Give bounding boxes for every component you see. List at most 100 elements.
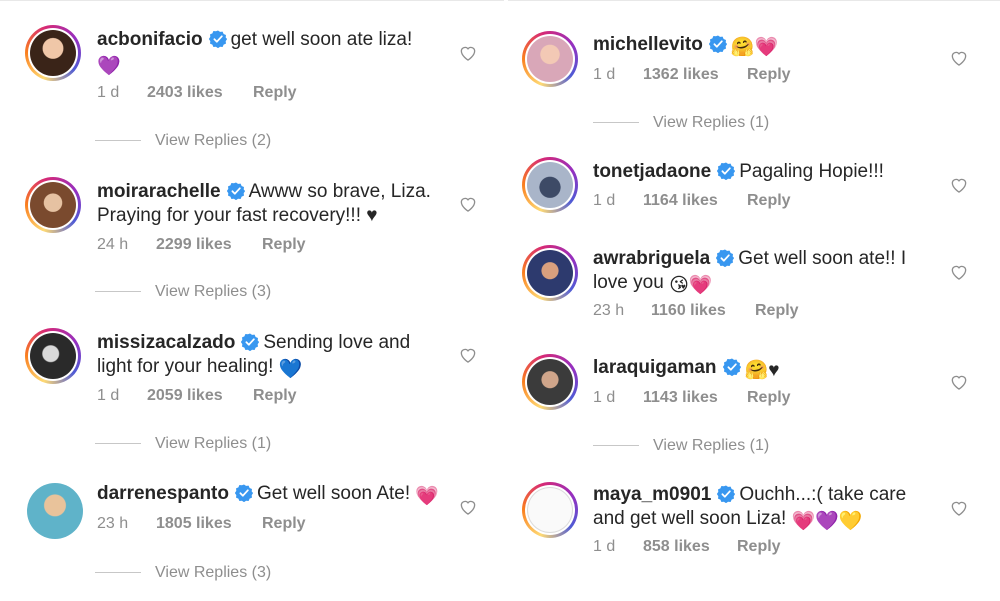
avatar[interactable] [25,25,81,81]
username[interactable]: moirarachelle [97,181,221,202]
verified-badge-icon [209,30,227,48]
likes-count[interactable]: 1805 likes [156,515,262,533]
reply-button[interactable]: Reply [262,236,306,253]
view-replies-button[interactable]: View Replies (2) [95,132,271,150]
view-replies-button[interactable]: View Replies (3) [95,564,271,582]
likes-count[interactable]: 2059 likes [147,387,253,405]
comment-body: Ouchh...:( take care [739,484,907,505]
timestamp: 23 h [97,515,129,532]
likes-count[interactable]: 1362 likes [643,66,747,84]
username[interactable]: awrabriguela [593,248,710,269]
view-replies-button[interactable]: View Replies (1) [95,435,271,453]
verified-badge-icon [723,358,741,376]
reply-button[interactable]: Reply [253,84,297,101]
like-heart-icon[interactable] [458,194,478,214]
comment-body: Get well soon Ate! [256,483,411,504]
verified-badge-icon [717,162,735,180]
comment-text: acbonifacio get well soon ate liza! 💜 [97,28,427,79]
blue-heart-emoji: 💙 [278,359,303,380]
comment-text: moirarachelle Awww so brave, Liza. Prayin… [97,180,457,228]
view-replies-label: View Replies (1) [653,114,770,131]
comment-meta: 23 h 1805 likes Reply [97,515,306,533]
replies-divider-line [593,445,639,447]
comment-meta: 1 d 2403 likes Reply [97,84,297,102]
comment-body: Sending love and [263,332,411,353]
avatar[interactable] [522,157,578,213]
like-heart-icon[interactable] [458,497,478,517]
reply-button[interactable]: Reply [747,389,791,406]
avatar[interactable] [25,328,81,384]
view-replies-button[interactable]: View Replies (1) [593,114,769,132]
comment-body: get well soon ate liza! [230,29,413,50]
pink-heart-emoji: 💗 [415,486,440,507]
avatar[interactable] [27,483,83,539]
comment-body-line2: love you [593,272,664,293]
comment-text: laraquigaman 🤗♥ [593,356,923,383]
avatar[interactable] [25,177,81,233]
timestamp: 24 h [97,236,129,253]
timestamp: 1 d [593,389,616,406]
username[interactable]: michellevito [593,34,703,55]
comment-meta: 1 d 858 likes Reply [593,538,781,556]
comment-text: awrabriguela Get well soon ate!! I love y… [593,247,953,298]
verified-badge-icon [717,485,735,503]
likes-count[interactable]: 1143 likes [643,389,747,407]
comment-text: maya_m0901 Ouchh...:( take care and get w… [593,483,953,534]
view-replies-label: View Replies (2) [155,132,272,149]
reply-button[interactable]: Reply [737,538,781,555]
avatar[interactable] [522,245,578,301]
replies-divider-line [95,572,141,574]
avatar[interactable] [522,482,578,538]
likes-count[interactable]: 2403 likes [147,84,253,102]
username[interactable]: acbonifacio [97,29,203,50]
view-replies-label: View Replies (1) [653,437,770,454]
username[interactable]: darrenespanto [97,483,229,504]
username[interactable]: tonetjadaone [593,161,711,182]
hug-heart-emoji: 🤗💗 [730,37,779,58]
like-heart-icon[interactable] [949,262,969,282]
reply-button[interactable]: Reply [755,302,799,319]
view-replies-label: View Replies (3) [155,564,272,581]
comment-text: michellevito 🤗💗 [593,33,923,60]
comment-meta: 23 h 1160 likes Reply [593,302,799,320]
username[interactable]: missizacalzado [97,332,235,353]
avatar[interactable] [522,31,578,87]
replies-divider-line [593,122,639,124]
view-replies-label: View Replies (1) [155,435,272,452]
reply-button[interactable]: Reply [262,515,306,532]
comment-body-line2: light for your healing! [97,356,274,377]
like-heart-icon[interactable] [458,345,478,365]
comment-body: Awww so brave, Liza. [248,181,431,202]
likes-count[interactable]: 2299 likes [156,236,262,254]
reply-button[interactable]: Reply [747,192,791,209]
like-heart-icon[interactable] [949,498,969,518]
comment-body: Pagaling Hopie!!! [739,161,884,182]
view-replies-button[interactable]: View Replies (1) [593,437,769,455]
hug-heart-emoji: 🤗♥ [744,360,780,381]
like-heart-icon[interactable] [458,43,478,63]
avatar[interactable] [522,354,578,410]
replies-divider-line [95,291,141,293]
like-heart-icon[interactable] [949,175,969,195]
likes-count[interactable]: 858 likes [643,538,737,556]
replies-divider-line [95,443,141,445]
view-replies-button[interactable]: View Replies (3) [95,283,271,301]
reply-button[interactable]: Reply [747,66,791,83]
likes-count[interactable]: 1160 likes [651,302,755,320]
username[interactable]: maya_m0901 [593,484,711,505]
likes-count[interactable]: 1164 likes [643,192,747,210]
timestamp: 1 d [593,192,616,209]
reply-button[interactable]: Reply [253,387,297,404]
comments-column-left: acbonifacio get well soon ate liza! 💜 1 d… [0,0,504,601]
username[interactable]: laraquigaman [593,357,717,378]
like-heart-icon[interactable] [949,372,969,392]
comment-meta: 1 d 1164 likes Reply [593,192,791,210]
comment-meta: 1 d 2059 likes Reply [97,387,297,405]
hearts-emoji: 💗💜💛 [791,511,863,532]
like-heart-icon[interactable] [949,48,969,68]
timestamp: 1 d [97,387,120,404]
comment-body: Get well soon ate!! I [738,248,907,269]
timestamp: 1 d [97,84,120,101]
verified-badge-icon [709,35,727,53]
timestamp: 1 d [593,66,616,83]
